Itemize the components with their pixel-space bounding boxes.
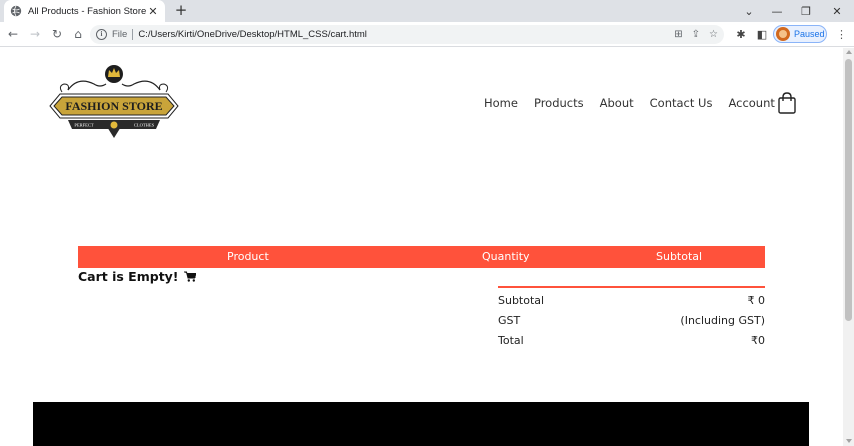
total-value: ₹0 xyxy=(751,334,765,347)
col-quantity: Quantity xyxy=(482,250,530,263)
reload-icon[interactable]: ↻ xyxy=(48,25,66,43)
browser-tab[interactable]: All Products - Fashion Store ✕ xyxy=(4,0,165,22)
totals-row-total: Total ₹0 xyxy=(498,331,765,351)
nav-account[interactable]: Account xyxy=(728,96,774,110)
profile-status: Paused xyxy=(794,29,825,39)
new-tab-button[interactable]: + xyxy=(172,2,190,20)
gst-label: GST xyxy=(498,314,521,327)
nav-home[interactable]: Home xyxy=(484,96,518,110)
subtotal-label: Subtotal xyxy=(498,294,545,307)
tab-close-icon[interactable]: ✕ xyxy=(147,5,159,18)
home-icon[interactable]: ⌂ xyxy=(69,25,87,43)
page-scrollbar[interactable] xyxy=(843,48,854,446)
totals-row-gst: GST (Including GST) xyxy=(498,311,765,331)
empty-cart-text: Cart is Empty! xyxy=(78,269,179,284)
forward-icon[interactable]: → xyxy=(26,25,44,43)
address-bar[interactable]: i File C:/Users/Kirti/OneDrive/Desktop/H… xyxy=(90,25,724,44)
avatar xyxy=(776,27,790,41)
url-text[interactable]: C:/Users/Kirti/OneDrive/Desktop/HTML_CSS… xyxy=(138,29,367,40)
footer xyxy=(33,402,809,446)
totals-row-subtotal: Subtotal ₹ 0 xyxy=(498,291,765,311)
page-content: FASHION STORE PERFECT CLOTHES Home Produ… xyxy=(0,48,843,446)
logo-text: FASHION STORE xyxy=(65,99,162,113)
col-product: Product xyxy=(227,250,269,263)
extensions-icon[interactable]: ✱ xyxy=(733,26,749,42)
share-icon[interactable]: ⇪ xyxy=(692,29,700,40)
total-label: Total xyxy=(498,334,524,347)
back-icon[interactable]: ← xyxy=(4,25,22,43)
gst-value: (Including GST) xyxy=(680,314,765,327)
close-window-icon[interactable]: ✕ xyxy=(822,0,852,22)
minimize-icon[interactable]: — xyxy=(762,0,792,22)
tab-title: All Products - Fashion Store xyxy=(28,5,147,17)
logo-tag-left: PERFECT xyxy=(74,123,94,128)
side-panel-icon[interactable]: ◧ xyxy=(754,26,770,42)
logo-tag-right: CLOTHES xyxy=(134,123,155,128)
menu-kebab-icon[interactable]: ⋮ xyxy=(836,28,847,41)
main-nav: Home Products About Contact Us Account xyxy=(484,96,791,110)
subtotal-value: ₹ 0 xyxy=(747,294,766,307)
cart-icon xyxy=(183,271,196,282)
shopping-bag-icon[interactable] xyxy=(778,92,796,114)
tab-search-icon[interactable]: ⌄ xyxy=(734,0,764,22)
nav-about[interactable]: About xyxy=(600,96,634,110)
tab-bar: All Products - Fashion Store ✕ + ⌄ — ❐ ✕ xyxy=(0,0,854,22)
profile-button[interactable]: Paused xyxy=(773,25,827,43)
restore-icon[interactable]: ❐ xyxy=(791,0,821,22)
globe-icon xyxy=(10,5,22,17)
nav-products[interactable]: Products xyxy=(534,96,584,110)
scroll-down-icon[interactable] xyxy=(846,439,852,443)
empty-cart-message: Cart is Empty! xyxy=(78,269,196,284)
file-label: File xyxy=(112,29,128,40)
col-subtotal: Subtotal xyxy=(656,250,703,263)
fashion-store-logo[interactable]: FASHION STORE PERFECT CLOTHES xyxy=(48,62,180,144)
scroll-up-icon[interactable] xyxy=(846,50,852,54)
cart-totals: Subtotal ₹ 0 GST (Including GST) Total ₹… xyxy=(498,286,765,351)
scrollbar-thumb[interactable] xyxy=(845,59,852,321)
bookmark-star-icon[interactable]: ☆ xyxy=(709,29,718,40)
info-icon[interactable]: i xyxy=(96,29,107,40)
nav-contact-us[interactable]: Contact Us xyxy=(650,96,713,110)
translate-icon[interactable]: ⊞ xyxy=(674,29,682,40)
divider xyxy=(132,29,134,40)
cart-table-header: Product Quantity Subtotal xyxy=(78,246,765,268)
browser-toolbar: ← → ↻ ⌂ i File C:/Users/Kirti/OneDrive/D… xyxy=(0,22,854,47)
